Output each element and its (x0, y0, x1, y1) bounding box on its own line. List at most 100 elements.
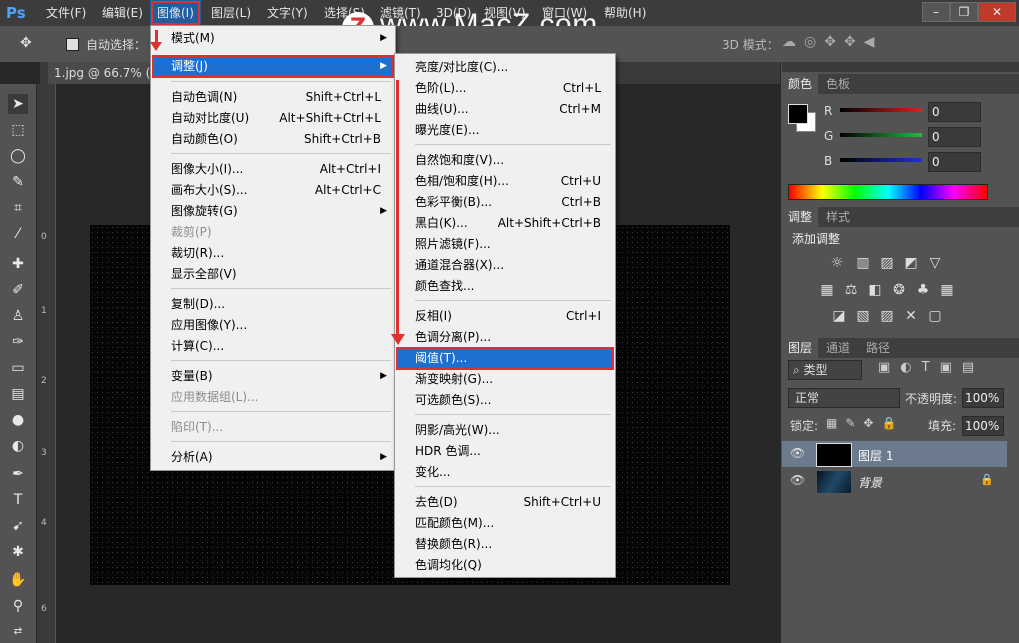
menu-layer[interactable]: 图层(L) (211, 0, 251, 26)
menu-edit[interactable]: 编辑(E) (102, 0, 143, 26)
gradient-adj-icon[interactable]: ▽ (926, 254, 944, 272)
blend-mode-select[interactable]: 正常 (788, 388, 900, 408)
lock-icons[interactable]: ▦✎✥🔒 (826, 416, 904, 430)
tab-swatches[interactable]: 色板 (820, 74, 856, 94)
menu-item-exposure[interactable]: 曝光度(E)... (397, 120, 613, 141)
channel-r-value[interactable]: 0 (928, 102, 981, 122)
gradient-map-icon[interactable]: ▢ (926, 307, 944, 325)
menu-help[interactable]: 帮助(H) (604, 0, 646, 26)
menu-item-threshold[interactable]: 阈值(T)... (396, 347, 614, 370)
menu-item-desaturate[interactable]: 去色(D) Shift+Ctrl+U (397, 492, 613, 513)
invert-icon[interactable]: ◪ (830, 307, 848, 325)
color-lookup-icon[interactable]: ▦ (938, 281, 956, 299)
move-tool-icon[interactable]: ➤ (8, 94, 28, 114)
bw-icon[interactable]: ◧ (866, 281, 884, 299)
menu-item-curves[interactable]: 曲线(U)... Ctrl+M (397, 99, 613, 120)
menu-item-analysis[interactable]: 分析(A) ▶ (153, 447, 393, 468)
panel-collapse-bar[interactable] (782, 62, 1019, 72)
menu-item-trim[interactable]: 裁切(R)... (153, 243, 393, 264)
menu-item-selective-color[interactable]: 可选颜色(S)... (397, 390, 613, 411)
menu-item-gradient-map[interactable]: 渐变映射(G)... (397, 369, 613, 390)
blur-tool-icon[interactable]: ● (8, 410, 28, 430)
layer-row[interactable]: 👁 背景 🔒 (782, 468, 1007, 494)
channel-g-slider[interactable] (840, 133, 922, 137)
eye-icon[interactable]: 👁 (790, 446, 805, 460)
menu-item-apply-image[interactable]: 应用图像(Y)... (153, 315, 393, 336)
auto-select-checkbox[interactable] (66, 38, 79, 51)
crop-tool-icon[interactable]: ⌗ (8, 198, 28, 218)
pen-tool-icon[interactable]: ✒ (8, 464, 28, 484)
menu-item-vibrance[interactable]: 自然饱和度(V)... (397, 150, 613, 171)
menu-item-hue-saturation[interactable]: 色相/饱和度(H)... Ctrl+U (397, 171, 613, 192)
path-select-tool-icon[interactable]: ➹ (8, 516, 28, 536)
photo-filter-icon[interactable]: ❂ (890, 281, 908, 299)
zoom-tool-icon[interactable]: ⚲ (8, 596, 28, 616)
menu-item-calculations[interactable]: 计算(C)... (153, 336, 393, 357)
menu-item-replace-color[interactable]: 替换颜色(R)... (397, 534, 613, 555)
menu-type[interactable]: 文字(Y) (267, 0, 308, 26)
opacity-input[interactable]: 100% (962, 388, 1004, 408)
menu-item-brightness-contrast[interactable]: 亮度/对比度(C)... (397, 57, 613, 78)
menu-item-invert[interactable]: 反相(I) Ctrl+I (397, 306, 613, 327)
foreground-color-swatch-top[interactable] (788, 104, 808, 124)
marquee-tool-icon[interactable]: ⬚ (8, 120, 28, 140)
menu-item-color-lookup[interactable]: 颜色查找... (397, 276, 613, 297)
menu-item-channel-mixer[interactable]: 通道混合器(X)... (397, 255, 613, 276)
fill-input[interactable]: 100% (962, 416, 1004, 436)
lasso-tool-icon[interactable]: ◯ (8, 146, 28, 166)
layer-filter-icons[interactable]: ▣◐T▣▤ (878, 360, 984, 375)
tab-channels[interactable]: 通道 (820, 338, 856, 358)
menu-item-auto-tone[interactable]: 自动色调(N) Shift+Ctrl+L (153, 87, 393, 108)
curves-icon[interactable]: ▨ (878, 254, 896, 272)
eyedropper-tool-icon[interactable]: ⁄ (8, 224, 28, 244)
levels-icon[interactable]: ▥ (854, 254, 872, 272)
balance-icon[interactable]: ⚖ (842, 281, 860, 299)
gradient-tool-icon[interactable]: ▤ (8, 384, 28, 404)
threshold-icon[interactable]: ▨ (878, 307, 896, 325)
menu-item-levels[interactable]: 色阶(L)... Ctrl+L (397, 78, 613, 99)
history-brush-tool-icon[interactable]: ✑ (8, 332, 28, 352)
menu-item-photo-filter[interactable]: 照片滤镜(F)... (397, 234, 613, 255)
menu-image[interactable]: 图像(I) (150, 0, 201, 26)
selective-color-icon[interactable]: ✕ (902, 307, 920, 325)
vibrance-icon[interactable]: ▦ (818, 281, 836, 299)
restore-button[interactable]: ❐ (950, 2, 978, 22)
clone-stamp-tool-icon[interactable]: ♙ (8, 306, 28, 326)
close-button[interactable]: ✕ (978, 2, 1016, 22)
menu-item-black-white[interactable]: 黑白(K)... Alt+Shift+Ctrl+B (397, 213, 613, 234)
channel-mixer-icon[interactable]: ♣ (914, 281, 932, 299)
quick-select-tool-icon[interactable]: ✎ (8, 172, 28, 192)
brush-tool-icon[interactable]: ✐ (8, 280, 28, 300)
menu-item-hdr-toning[interactable]: HDR 色调... (397, 441, 613, 462)
color-spectrum-ramp[interactable] (788, 184, 988, 200)
menu-item-image-rotation[interactable]: 图像旋转(G) ▶ (153, 201, 393, 222)
menu-item-equalize[interactable]: 色调均化(Q) (397, 555, 613, 576)
brightness-icon[interactable]: ☼ (828, 254, 846, 272)
move-tool-icon[interactable]: ✥ (20, 35, 42, 53)
tab-color[interactable]: 颜色 (782, 74, 819, 94)
layer-row[interactable]: 👁 图层 1 (782, 441, 1007, 467)
minimize-button[interactable]: – (922, 2, 950, 22)
eraser-tool-icon[interactable]: ▭ (8, 358, 28, 378)
hand-tool-icon[interactable]: ✋ (8, 570, 28, 590)
type-tool-icon[interactable]: T (8, 490, 28, 510)
tab-adjustments[interactable]: 调整 (782, 207, 819, 227)
menu-item-match-color[interactable]: 匹配颜色(M)... (397, 513, 613, 534)
layer-name[interactable]: 图层 1 (858, 447, 893, 464)
menu-item-auto-contrast[interactable]: 自动对比度(U) Alt+Shift+Ctrl+L (153, 108, 393, 129)
custom-shape-tool-icon[interactable]: ✱ (8, 542, 28, 562)
layer-filter-select[interactable]: ⌕ 类型 (788, 360, 862, 380)
menu-item-color-balance[interactable]: 色彩平衡(B)... Ctrl+B (397, 192, 613, 213)
posterize-icon[interactable]: ▧ (854, 307, 872, 325)
menu-item-mode[interactable]: 模式(M) ▶ (153, 28, 393, 49)
channel-b-value[interactable]: 0 (928, 152, 981, 172)
channel-r-slider[interactable] (840, 108, 922, 112)
tab-paths[interactable]: 路径 (860, 338, 896, 358)
tab-styles[interactable]: 样式 (820, 207, 856, 227)
eye-icon[interactable]: 👁 (790, 473, 805, 487)
menu-item-variables[interactable]: 变量(B) ▶ (153, 366, 393, 387)
menu-item-auto-color[interactable]: 自动颜色(O) Shift+Ctrl+B (153, 129, 393, 150)
healing-brush-tool-icon[interactable]: ✚ (8, 254, 28, 274)
menu-item-variations[interactable]: 变化... (397, 462, 613, 483)
swap-colors-icon[interactable]: ⇄ (8, 622, 28, 642)
